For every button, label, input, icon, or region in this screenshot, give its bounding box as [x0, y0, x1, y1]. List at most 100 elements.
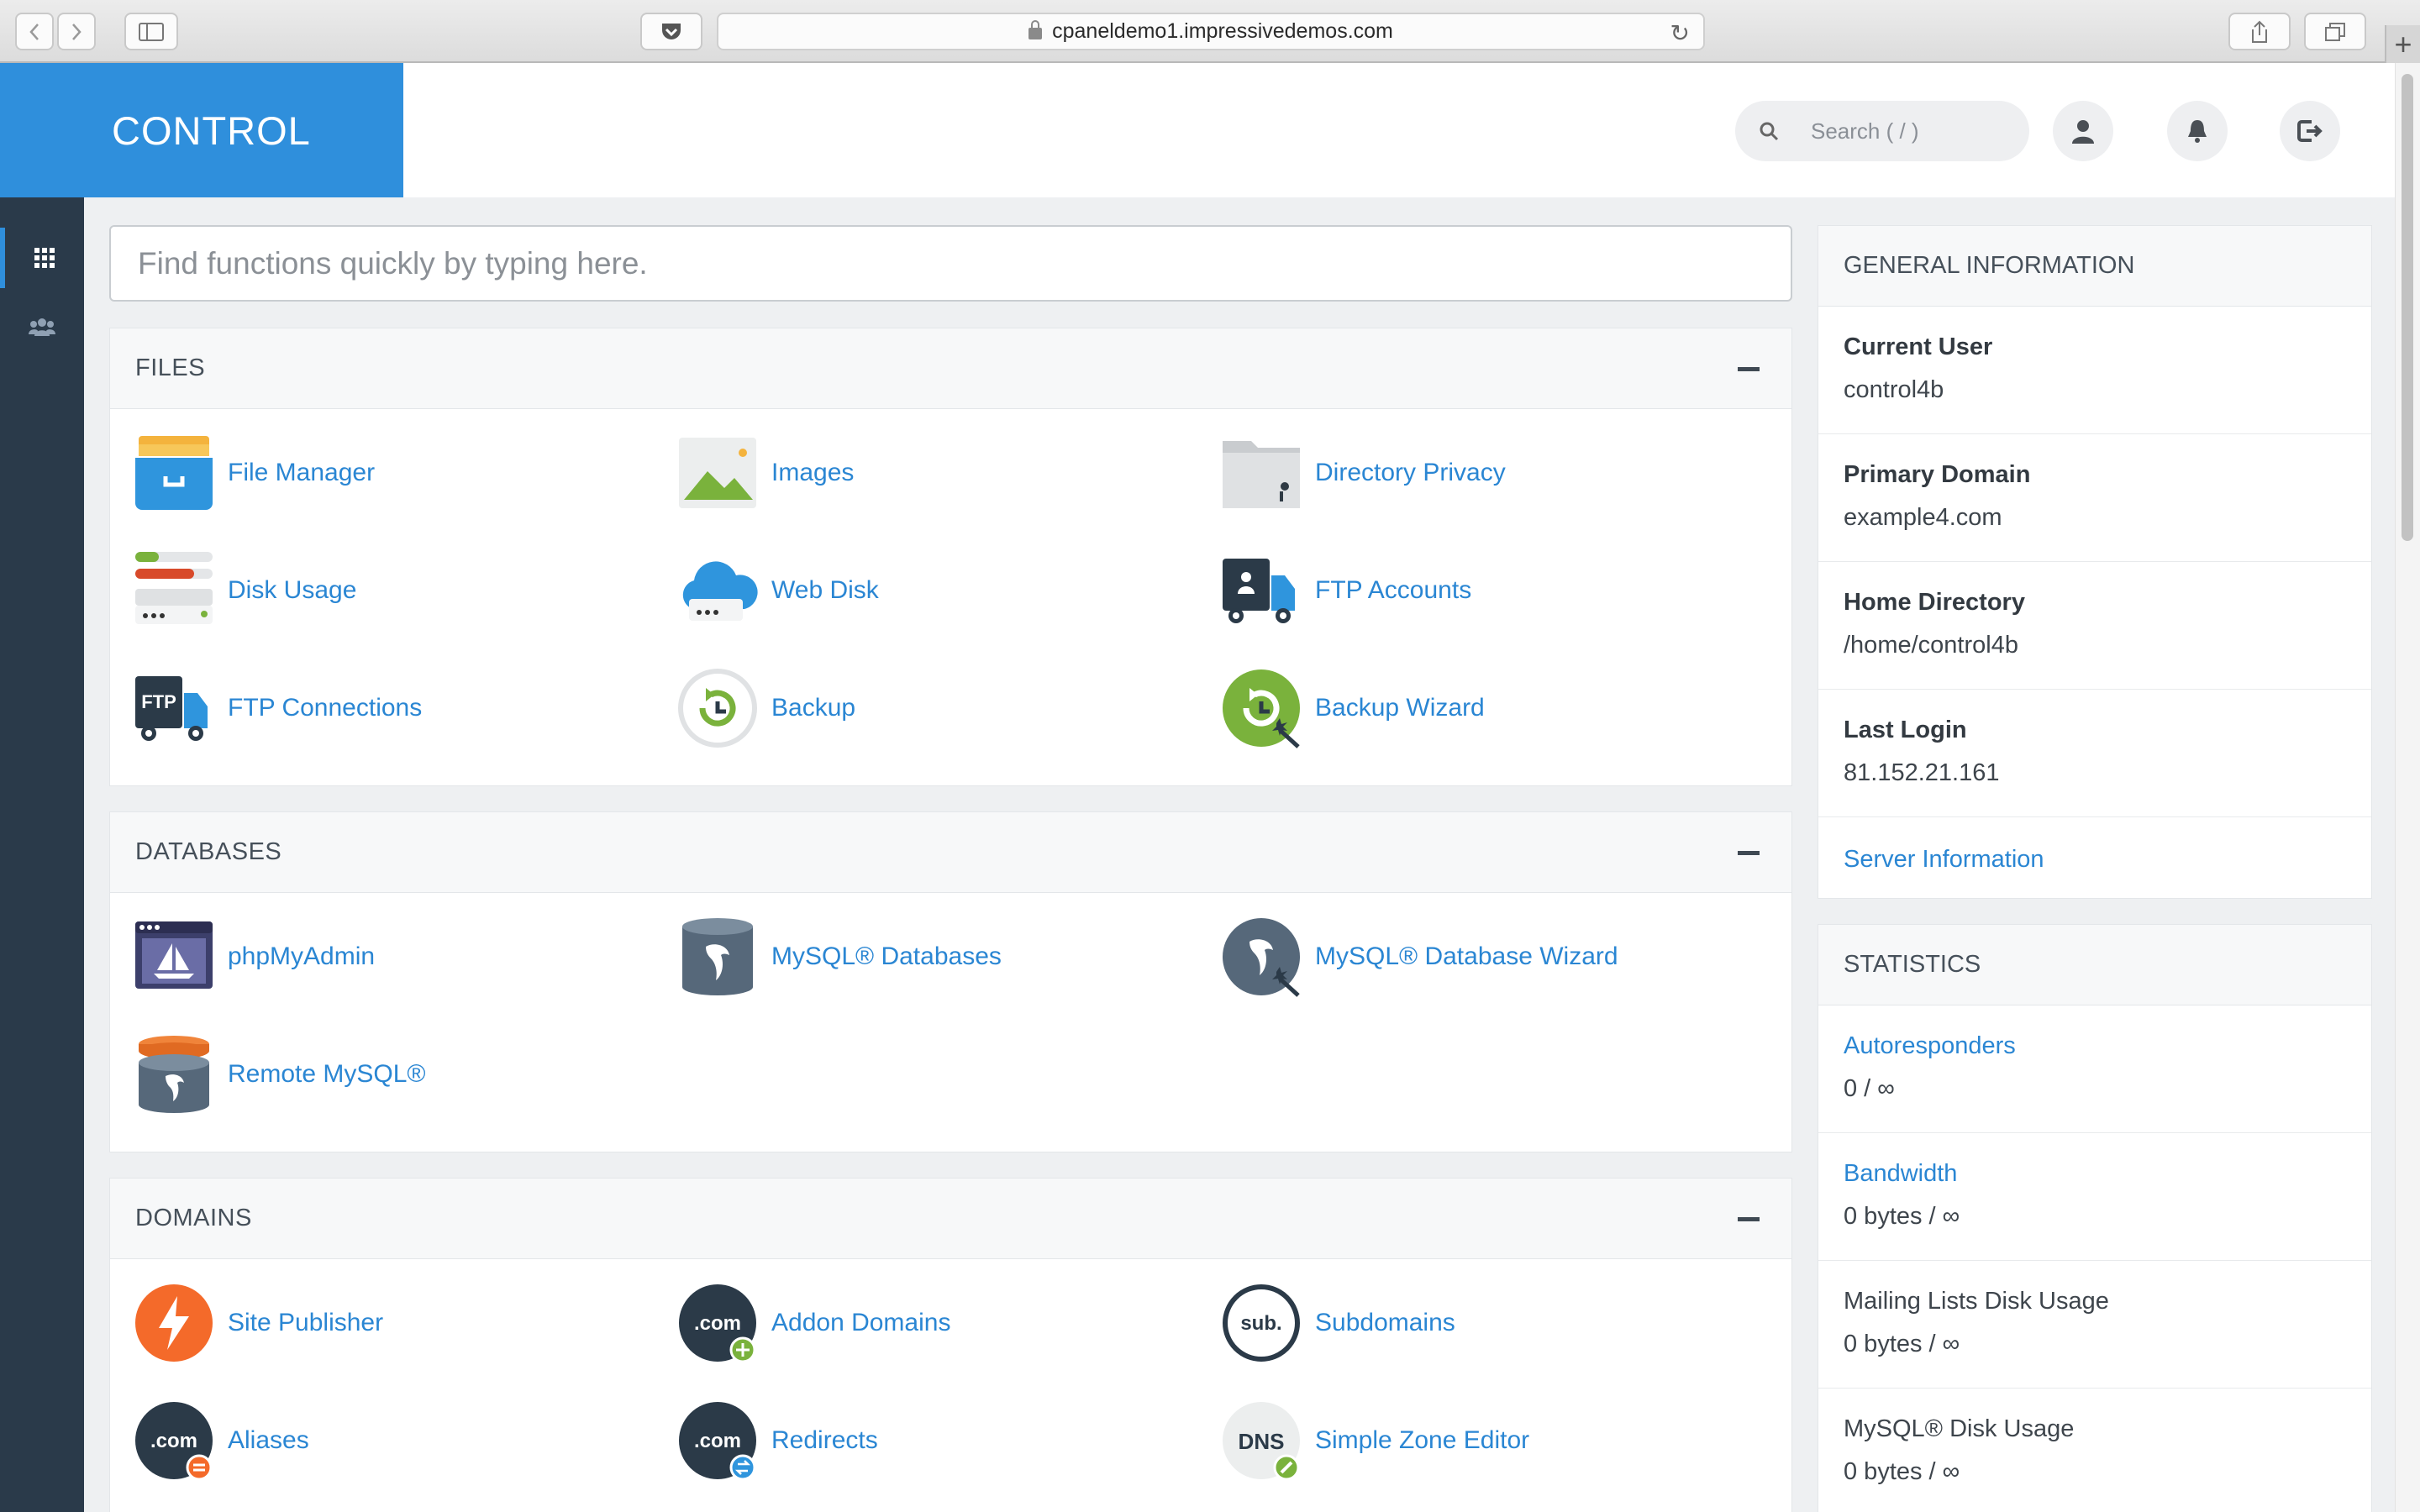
grid-icon [34, 248, 55, 268]
info-row-primary-domain: Primary Domain example4.com [1818, 434, 2371, 562]
mysql-database-wizard-link[interactable]: MySQL® Database Wizard [1221, 916, 1618, 997]
collapse-icon[interactable] [1738, 1217, 1760, 1221]
svg-text:.com: .com [694, 1430, 741, 1452]
tabs-overview-button[interactable] [2304, 13, 2366, 50]
back-button[interactable] [15, 13, 54, 50]
pocket-icon [662, 23, 681, 39]
logout-button[interactable] [2280, 101, 2340, 161]
tabs-icon [2325, 22, 2345, 41]
databases-panel: DATABASES phpMyAdmin MySQL® Databases My… [109, 811, 1792, 1152]
addon-domains-link[interactable]: .com Addon Domains [677, 1283, 950, 1363]
stat-row-mailing-lists: Mailing Lists Disk Usage 0 bytes / ∞ [1818, 1261, 2371, 1389]
backup-icon [678, 669, 757, 748]
web-disk-icon [682, 561, 758, 621]
info-row-last-login: Last Login 81.152.21.161 [1818, 690, 2371, 817]
chevron-left-icon [29, 23, 39, 40]
share-button[interactable] [2228, 13, 2291, 50]
svg-text:.com: .com [694, 1312, 741, 1335]
forward-button[interactable] [57, 13, 96, 50]
mysql-databases-link[interactable]: MySQL® Databases [677, 916, 1002, 997]
quick-find-placeholder: Find functions quickly by typing here. [138, 245, 648, 281]
server-information-link[interactable]: Server Information [1818, 817, 2371, 901]
browser-toolbar: cpaneldemo1.impressivedemos.com ↻ + [0, 0, 2420, 63]
domains-title: DOMAINS [135, 1205, 252, 1231]
lightning-icon [135, 1284, 213, 1362]
sidebar-icon [139, 22, 164, 41]
bandwidth-link[interactable]: Bandwidth [1844, 1160, 2371, 1188]
info-row-current-user: Current User control4b [1818, 307, 2371, 434]
domains-panel-header[interactable]: DOMAINS [110, 1179, 1791, 1259]
addon-domains-icon: .com [679, 1284, 756, 1363]
disk-usage-link[interactable]: Disk Usage [134, 550, 356, 631]
collapse-icon[interactable] [1738, 367, 1760, 371]
svg-text:sub.: sub. [1240, 1312, 1281, 1335]
aliases-icon: .com [135, 1402, 213, 1481]
nav-tools[interactable] [0, 228, 84, 288]
search-icon [1760, 122, 1779, 141]
new-tab-button[interactable]: + [2385, 25, 2420, 63]
phpmyadmin-icon [135, 921, 213, 989]
collapse-icon[interactable] [1738, 851, 1760, 855]
stat-row-bandwidth: Bandwidth 0 bytes / ∞ [1818, 1133, 2371, 1261]
ftp-badge-text: FTP [141, 691, 176, 712]
share-icon [2252, 20, 2267, 43]
phpmyadmin-link[interactable]: phpMyAdmin [134, 916, 375, 997]
databases-title: DATABASES [135, 838, 282, 865]
ftp-connections-link[interactable]: FTP FTP Connections [134, 668, 422, 748]
directory-privacy-link[interactable]: Directory Privacy [1221, 433, 1506, 513]
brand-logo[interactable]: CONTROL [0, 63, 403, 197]
ftp-accounts-link[interactable]: FTP Accounts [1221, 550, 1471, 631]
nav-users[interactable] [0, 297, 84, 357]
images-link[interactable]: Images [677, 433, 854, 513]
file-manager-icon [135, 436, 213, 510]
folder-lock-icon [1223, 441, 1300, 508]
backup-wizard-link[interactable]: Backup Wizard [1221, 668, 1485, 748]
scrollbar-thumb[interactable] [2402, 74, 2413, 541]
user-icon [2072, 120, 2094, 144]
files-title: FILES [135, 354, 206, 381]
databases-panel-header[interactable]: DATABASES [110, 812, 1791, 893]
domains-panel: DOMAINS Site Publisher .com Addon Domain… [109, 1178, 1792, 1512]
simple-zone-editor-link[interactable]: DNS Simple Zone Editor [1221, 1400, 1529, 1481]
images-icon [679, 438, 756, 508]
logout-icon [2297, 120, 2323, 142]
dns-icon: DNS [1223, 1402, 1300, 1481]
subdomains-link[interactable]: sub. Subdomains [1221, 1283, 1455, 1363]
backup-link[interactable]: Backup [677, 668, 855, 748]
address-bar[interactable]: cpaneldemo1.impressivedemos.com ↻ [717, 13, 1705, 50]
side-nav [0, 197, 84, 1512]
subdomains-icon: sub. [1223, 1284, 1300, 1362]
files-panel: FILES File Manager Images Directory Priv… [109, 328, 1792, 786]
aliases-link[interactable]: .com Aliases [134, 1400, 309, 1481]
general-information-header: GENERAL INFORMATION [1818, 226, 2371, 307]
svg-text:.com: .com [150, 1430, 197, 1452]
file-manager-link[interactable]: File Manager [134, 433, 375, 513]
stat-row-autoresponders: Autoresponders 0 / ∞ [1818, 1005, 2371, 1133]
autoresponders-link[interactable]: Autoresponders [1844, 1032, 2371, 1060]
svg-text:DNS: DNS [1239, 1429, 1285, 1454]
brand-text: CONTROL [112, 108, 311, 153]
site-publisher-link[interactable]: Site Publisher [134, 1283, 383, 1363]
remote-mysql-link[interactable]: Remote MySQL® [134, 1034, 426, 1115]
sidebar-toggle-button[interactable] [124, 13, 178, 50]
pocket-button[interactable] [640, 13, 702, 50]
statistics-panel: STATISTICS Autoresponders 0 / ∞ Bandwidt… [1818, 924, 2372, 1512]
top-bar: Search ( / ) [403, 63, 2395, 197]
files-panel-header[interactable]: FILES [110, 328, 1791, 409]
bell-icon [2188, 120, 2207, 143]
web-disk-link[interactable]: Web Disk [677, 550, 879, 631]
redirects-icon: .com [679, 1402, 756, 1481]
ftp-connections-icon: FTP [135, 676, 208, 741]
notifications-button[interactable] [2167, 101, 2228, 161]
header-search-input[interactable]: Search ( / ) [1735, 101, 2029, 161]
general-information-panel: GENERAL INFORMATION Current User control… [1818, 225, 2372, 899]
user-button[interactable] [2053, 101, 2113, 161]
stat-row-mysql-disk: MySQL® Disk Usage 0 bytes / ∞ [1818, 1389, 2371, 1512]
quick-find-input[interactable]: Find functions quickly by typing here. [109, 225, 1792, 302]
redirects-link[interactable]: .com Redirects [677, 1400, 878, 1481]
mysql-database-wizard-icon [1223, 918, 1300, 997]
reload-icon[interactable]: ↻ [1670, 19, 1690, 47]
lock-icon [1028, 19, 1043, 39]
users-icon [29, 318, 55, 336]
info-row-home-directory: Home Directory /home/control4b [1818, 562, 2371, 690]
